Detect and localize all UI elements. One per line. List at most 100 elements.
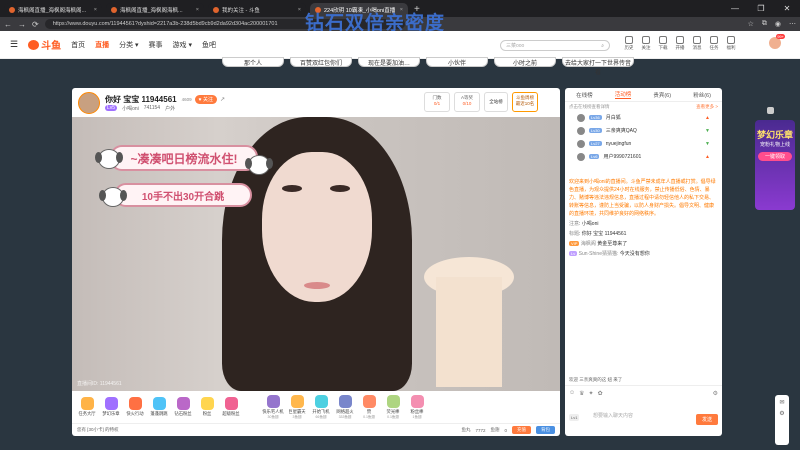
- weekly-rank-button[interactable]: 斗鱼周榜 最近10名: [512, 92, 538, 112]
- gift-item[interactable]: 快乐宅人机 30鱼翅: [262, 394, 284, 420]
- gift-item[interactable]: 赞 0.1鱼翅: [358, 394, 380, 420]
- browser-tab[interactable]: 海枫阁直播_海枫阁海枫... ×: [106, 3, 204, 17]
- start-stream-button[interactable]: 开播: [673, 36, 687, 51]
- banner-tab[interactable]: 现在是要加油…: [358, 57, 420, 67]
- follow-button[interactable]: ♥ 关注: [194, 94, 217, 104]
- window-controls: — ❐ ✕: [722, 0, 800, 17]
- douyu-favicon-icon: [111, 7, 117, 13]
- banner-tab[interactable]: 那个人: [222, 57, 284, 67]
- send-button[interactable]: 发送: [695, 414, 718, 425]
- settings-icon[interactable]: ⚙: [779, 410, 784, 417]
- task-icon: [710, 36, 718, 44]
- gift-name: 蓬蓬跳跳: [150, 411, 168, 416]
- gift-item[interactable]: 粉丝棒 1鱼翅: [406, 394, 428, 420]
- eye-shape: [282, 185, 302, 192]
- nav-games[interactable]: 游戏 ▾: [173, 40, 192, 50]
- banner-tab[interactable]: 去给大家打一下世界传音看: [562, 57, 634, 76]
- profile-icon[interactable]: ◉: [775, 20, 781, 28]
- extensions-icon[interactable]: ⧉: [762, 20, 767, 28]
- gift-item[interactable]: 超级粉丝: [220, 397, 242, 417]
- emoji-icon[interactable]: ☺: [569, 390, 575, 397]
- maximize-button[interactable]: ❐: [748, 0, 774, 17]
- tab-vip[interactable]: 贵宾(6): [653, 91, 671, 99]
- video-player[interactable]: ~凑凑吧日榜流水住! 10手不出30开合跳 直播间ID: 11944561: [72, 117, 560, 391]
- anchor-name[interactable]: 小喝oni: [122, 105, 139, 112]
- rank-row[interactable]: Lv36 月白狐 ▲: [565, 111, 722, 124]
- douyu-logo[interactable]: 斗鱼: [28, 37, 61, 52]
- follow-button[interactable]: 关注: [639, 36, 653, 51]
- stat-box[interactable]: 门数 0/1: [424, 92, 450, 112]
- browser-tab[interactable]: 我的关注 - 斗鱼 ×: [208, 3, 306, 17]
- gift-item[interactable]: 任务大厅: [76, 397, 98, 417]
- back-icon[interactable]: ←: [4, 20, 12, 29]
- gift-item[interactable]: 粉丝: [196, 397, 218, 417]
- gift-item[interactable]: 快火行动: [124, 397, 146, 417]
- gift-item[interactable]: 荧光棒 0.1鱼翅: [382, 394, 404, 420]
- banner-tab[interactable]: 百赞双红包你们: [290, 57, 352, 67]
- gift-item[interactable]: 巨星霸天 3鱼翅: [286, 394, 308, 420]
- nav-category[interactable]: 分类 ▾: [119, 40, 138, 50]
- reload-icon[interactable]: ⟳: [32, 20, 39, 29]
- fan-badge-icon[interactable]: ♛: [579, 390, 584, 397]
- share-icon[interactable]: ↗: [220, 96, 225, 103]
- anchor-meta: Lv5 小喝oni 741154 户外: [105, 105, 225, 112]
- nav-live[interactable]: 直播: [95, 40, 109, 50]
- more-link[interactable]: 查看更多 >: [696, 104, 718, 110]
- banner-tab[interactable]: 小时之前: [494, 57, 556, 67]
- welfare-button[interactable]: 福利: [724, 36, 738, 51]
- stat-box[interactable]: A等奖 0/10: [454, 92, 480, 112]
- minimize-button[interactable]: —: [722, 0, 748, 17]
- close-tab-icon[interactable]: ×: [196, 7, 199, 13]
- settings-icon[interactable]: ⚙: [713, 390, 718, 397]
- browser-tab[interactable]: 海枫阁直播_海枫阁海枫阁... ×: [4, 3, 102, 17]
- close-tab-icon[interactable]: ×: [298, 7, 301, 13]
- rank-name: 三亲爽爽QAQ: [605, 128, 637, 134]
- nav-home[interactable]: 首页: [71, 40, 85, 50]
- anchor-avatar[interactable]: [78, 91, 100, 114]
- gift-icon[interactable]: ✦: [589, 390, 594, 397]
- all-site-rank-button[interactable]: 全站榜: [484, 92, 508, 112]
- gift-item[interactable]: 梦幻乐章: [100, 397, 122, 417]
- ad-cta-button[interactable]: 一键领取: [758, 152, 792, 161]
- category-link[interactable]: 户外: [165, 105, 175, 112]
- gift-price: 1鱼翅: [412, 414, 422, 419]
- gift-item[interactable]: 蓬蓬跳跳: [148, 397, 170, 417]
- bag-button[interactable]: 背包: [536, 426, 555, 434]
- close-window-button[interactable]: ✕: [774, 0, 800, 17]
- streamer-face-shape: [262, 152, 372, 302]
- lottery-icon[interactable]: ✿: [598, 390, 603, 397]
- nav-yuba[interactable]: 鱼吧: [202, 40, 216, 50]
- banner-tab[interactable]: 小伙伴: [426, 57, 488, 67]
- hamburger-menu-icon[interactable]: ☰: [10, 39, 18, 50]
- feedback-icon[interactable]: ✉: [779, 399, 784, 406]
- gift-item[interactable]: 钻石粉丝: [172, 397, 194, 417]
- messages-button[interactable]: 消息: [690, 36, 704, 51]
- close-tab-icon[interactable]: ×: [94, 7, 97, 13]
- chat-input[interactable]: 想要输入聊天内容: [569, 408, 681, 430]
- rank-row[interactable]: Lv27 nyuejingfun ▼: [565, 137, 722, 150]
- tasks-button[interactable]: 任务: [707, 36, 721, 51]
- gift-item[interactable]: 开始飞机 66鱼翅: [310, 394, 332, 420]
- rank-row[interactable]: Lv30 三亲爽爽QAQ ▼: [565, 124, 722, 137]
- gift-price: 0.1鱼翅: [387, 414, 399, 419]
- recharge-button[interactable]: 充值: [512, 426, 531, 434]
- forward-icon[interactable]: →: [18, 20, 26, 29]
- tab-fans[interactable]: 粉丝(6): [693, 91, 711, 99]
- rank-row[interactable]: Lv6 用户9990721601 ▲: [565, 150, 722, 163]
- tab-activity-rank[interactable]: 活动榜: [614, 90, 632, 99]
- rank-name: 用户9990721601: [603, 154, 642, 160]
- privilege-text[interactable]: 您有 [30小卡] 的特权: [77, 427, 119, 433]
- search-icon[interactable]: ⌕: [601, 43, 604, 49]
- bookmark-star-icon[interactable]: ☆: [748, 20, 754, 28]
- nav-events[interactable]: 赛事: [149, 40, 163, 50]
- menu-dots-icon[interactable]: ⋯: [789, 20, 796, 28]
- gift-item[interactable]: 网络超火 333鱼翅: [334, 394, 356, 420]
- download-button[interactable]: 下载: [656, 36, 670, 51]
- search-input[interactable]: 三菜ooo ⌕: [500, 40, 610, 51]
- user-avatar[interactable]: 99+: [768, 34, 785, 50]
- history-button[interactable]: 历史: [622, 36, 636, 51]
- gift-icon: [362, 394, 376, 408]
- floating-ad[interactable]: 梦幻乐章 宠粉礼物上线 一键领取: [755, 120, 795, 210]
- tab-online-rank[interactable]: 在线榜: [576, 91, 593, 99]
- pin-icon[interactable]: [767, 107, 774, 114]
